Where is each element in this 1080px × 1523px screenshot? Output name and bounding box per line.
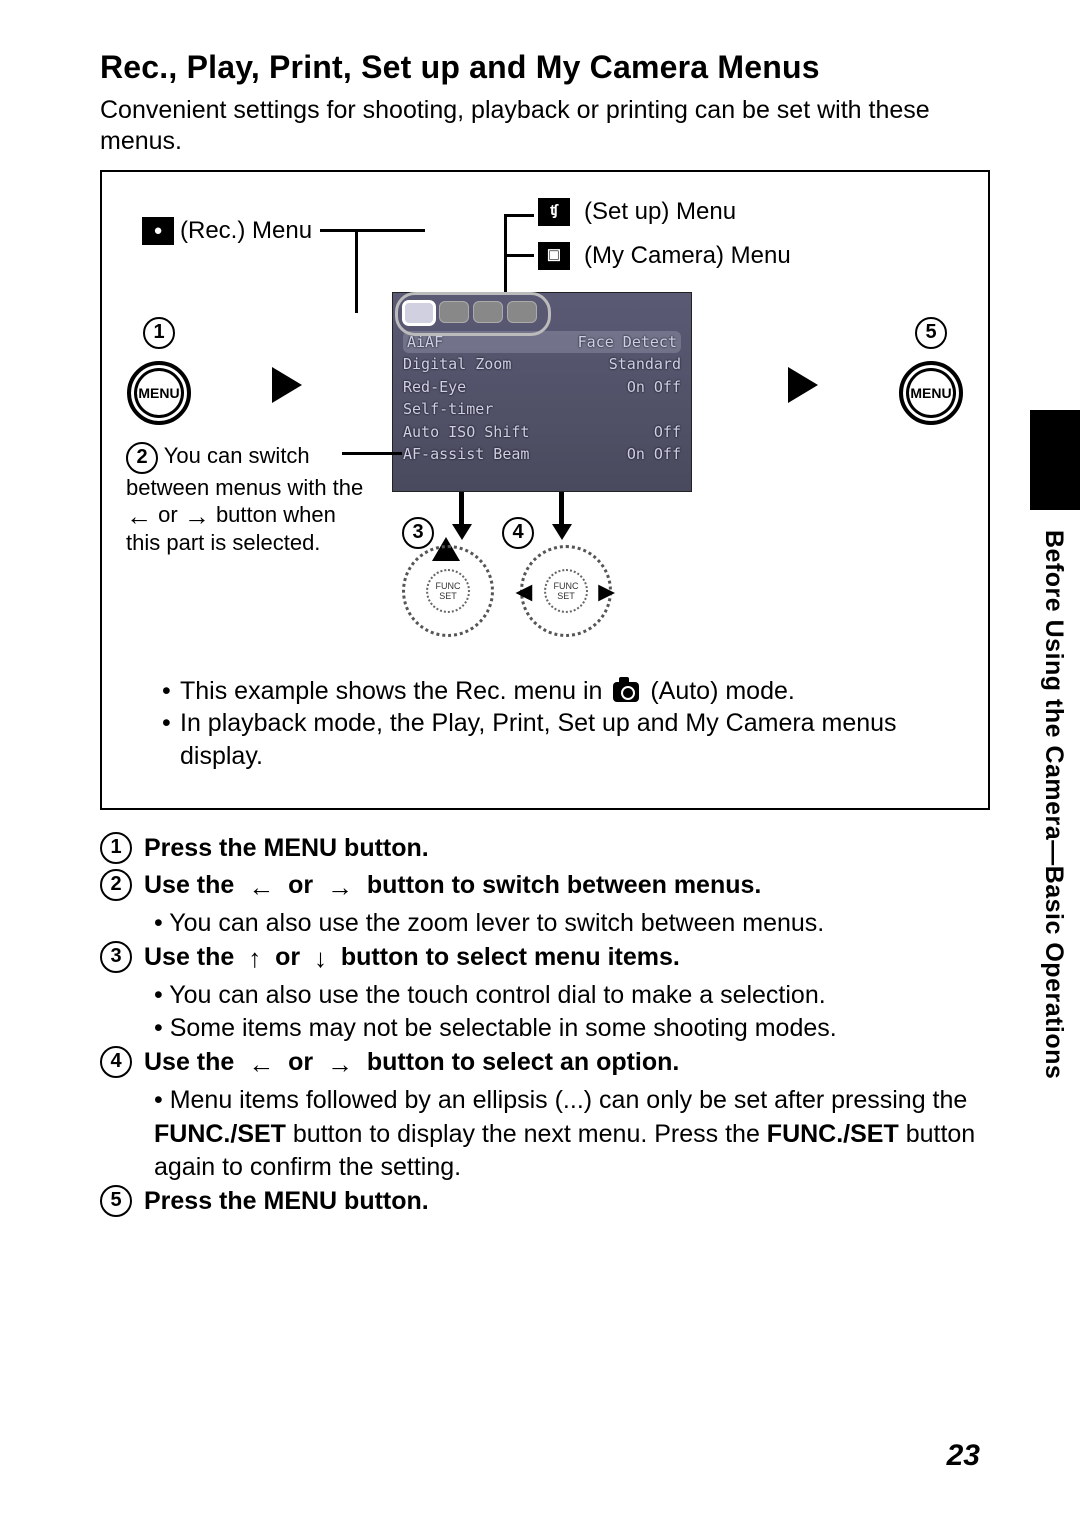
arrow-down-icon: ↓ [314,945,327,971]
step2-text: You can switch between menus with the [126,443,363,500]
lcd-tab-mycamera [507,301,537,323]
lcd-row: AF-assist BeamOn Off [403,443,681,466]
section-side-label: Before Using the Camera—Basic Operations [1039,530,1068,1079]
arrow-right-icon: → [327,874,353,900]
arrow-right-icon [788,367,818,403]
step-number-5: 5 [915,317,947,349]
step-number-2: 2 [100,869,132,901]
control-wheel-graphic: FUNCSET [402,545,494,637]
connector-line [504,214,534,217]
wrench-icon: ʧ [538,198,570,226]
connector-line [504,254,534,257]
step1-marker: 1 MENU [127,317,191,425]
thumb-tab [1030,410,1080,510]
legend-rec: ● (Rec.) Menu [142,217,429,245]
lcd-screenshot: AiAFFace Detect Digital ZoomStandard Red… [392,292,692,492]
instruction-3-sub1: • You can also use the touch control dia… [100,979,990,1013]
arrow-lr-icons: ◄► [510,576,620,608]
page-title: Rec., Play, Print, Set up and My Camera … [100,50,990,85]
step2-text: or [158,502,178,527]
legend-setup-label: (Set up) Menu [584,194,736,230]
instruction-5: Press the MENU button. [144,1185,429,1219]
arrow-left-icon: ← [126,503,152,529]
menu-button-graphic: MENU [127,361,191,425]
diagram-box: ● (Rec.) Menu ʧ (Set up) Menu ▣ (My Came… [100,170,990,810]
step5-marker: 5 MENU [899,317,963,425]
legend-rec-label: (Rec.) Menu [180,217,312,245]
camera-icon: ● [142,217,174,245]
arrow-up-icon: ↑ [248,945,261,971]
connector-line [320,229,425,232]
legend-right: ʧ (Set up) Menu ▣ (My Camera) Menu [512,194,791,274]
instruction-4: Use the ← or → button to select an optio… [144,1046,679,1080]
instruction-1: Press the MENU button. [144,832,429,866]
connector-line [459,492,464,524]
note-1: This example shows the Rec. menu in (Aut… [162,675,968,708]
connector-line [342,452,402,455]
lcd-row: Digital ZoomStandard [403,353,681,376]
step2-caption: 2 You can switch between menus with the … [126,442,376,557]
instruction-list: 1 Press the MENU button. 2 Use the ← or →… [100,832,990,1219]
lcd-row: Auto ISO ShiftOff [403,421,681,444]
instruction-3-sub2: • Some items may not be selectable in so… [100,1012,990,1046]
note-2: In playback mode, the Play, Print, Set u… [162,707,968,772]
step-number-1: 1 [143,317,175,349]
intro-text: Convenient settings for shooting, playba… [100,95,990,158]
person-camera-icon: ▣ [538,242,570,270]
step-number-2: 2 [126,442,158,474]
instruction-2-sub: • You can also use the zoom lever to swi… [100,907,990,941]
step-number-3: 3 [402,517,434,549]
arrow-left-icon: ← [248,1051,274,1077]
lcd-tab-rec [403,301,435,325]
diagram-notes: This example shows the Rec. menu in (Aut… [122,675,968,773]
lcd-row: Self-timer [403,398,681,421]
step-number-4: 4 [100,1046,132,1078]
connector-line [559,492,564,524]
step-number-1: 1 [100,832,132,864]
lcd-tab-setup [473,301,503,323]
instruction-2: Use the ← or → button to switch between … [144,869,761,903]
arrow-right-icon: → [184,503,210,529]
arrow-down-icon [552,524,572,540]
legend-mycamera-label: (My Camera) Menu [584,238,791,274]
instruction-3: Use the ↑ or ↓ button to select menu ite… [144,941,680,975]
menu-button-graphic: MENU [899,361,963,425]
lcd-row: AiAFFace Detect [403,331,681,354]
arrow-left-icon: ← [248,874,274,900]
instruction-4-sub: • Menu items followed by an ellipsis (..… [100,1084,990,1185]
lcd-row: Red-EyeOn Off [403,376,681,399]
arrow-right-icon: → [327,1051,353,1077]
step-number-4: 4 [502,517,534,549]
step-number-3: 3 [100,941,132,973]
step-number-5: 5 [100,1185,132,1217]
lcd-tab-other [439,301,469,323]
page-number: 23 [947,1439,980,1473]
camera-auto-icon [613,682,639,702]
connector-line [355,231,358,313]
arrow-right-icon [272,367,302,403]
